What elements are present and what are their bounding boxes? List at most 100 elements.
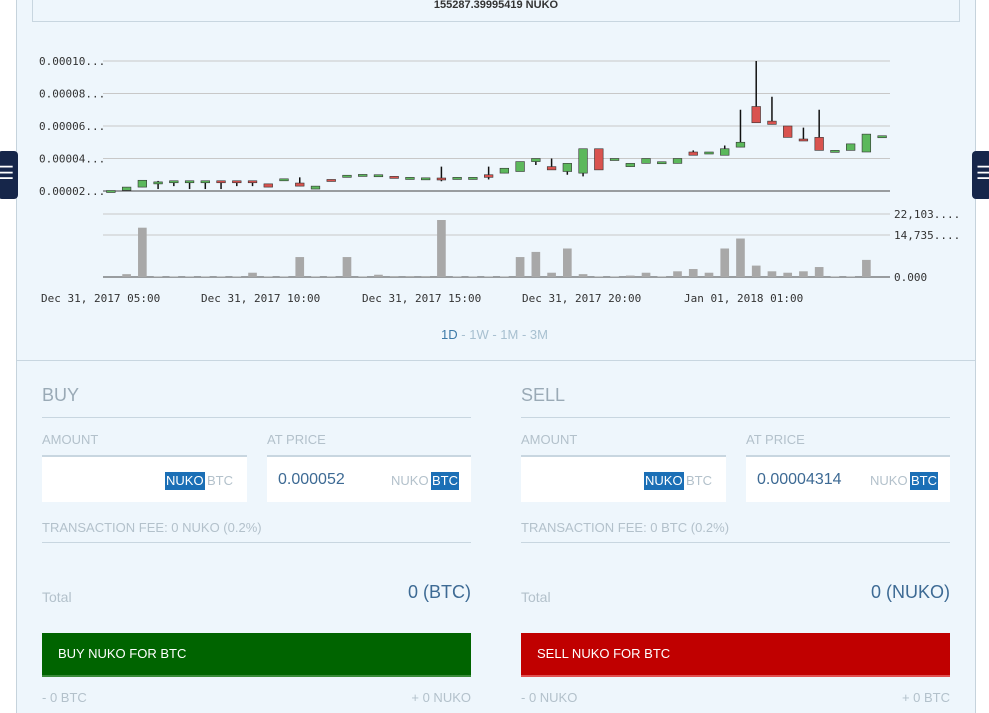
buy-amount-currency-btc[interactable]: BTC: [206, 472, 234, 490]
sell-price-value: 0.00004314: [757, 471, 842, 488]
candle-down: [767, 120, 777, 125]
candle-up: [405, 177, 415, 180]
sell-total-value: 0 (NUKO): [870, 582, 950, 602]
buy-fee-text: TRANSACTION FEE: 0 NUKO (0.2%): [42, 520, 471, 543]
volume-bar: [736, 238, 745, 277]
sell-summary-receive: + 0 BTC: [901, 690, 950, 705]
candle-up: [625, 163, 635, 167]
sell-price-input[interactable]: 0.00004314 NUKO BTC: [746, 455, 950, 502]
sell-price-currency-nuko[interactable]: NUKO: [869, 472, 909, 490]
buy-amount-input[interactable]: NUKO BTC: [42, 455, 247, 502]
volume-bar: [389, 276, 399, 277]
volume-bar: [138, 227, 147, 277]
candle-down: [295, 182, 305, 187]
x-tick-label: Dec 31, 2017 15:00: [362, 292, 481, 305]
candle-up: [169, 180, 179, 184]
volume-bar: [437, 219, 446, 277]
buy-price-currency-btc[interactable]: BTC: [431, 472, 459, 490]
volume-bar: [531, 251, 541, 277]
candle-down: [263, 183, 273, 188]
volume-bar: [500, 276, 509, 277]
range-1w-link[interactable]: 1W: [469, 327, 489, 342]
x-tick-label: Dec 31, 2017 05:00: [41, 292, 160, 305]
volume-bar: [657, 276, 667, 277]
volume-bar: [153, 276, 163, 277]
volume-bar: [279, 276, 289, 277]
candle-up: [846, 143, 856, 151]
candle-down: [546, 166, 557, 171]
buy-total-label: Total: [42, 589, 72, 605]
volume-bar: [248, 272, 257, 277]
volume-bar: [232, 276, 242, 277]
buy-button[interactable]: BUY NUKO FOR BTC: [42, 633, 471, 677]
y-tick-label: 0.00004...: [39, 153, 105, 166]
volume-bar: [783, 272, 793, 277]
volume-bar: [673, 271, 682, 277]
volume-bar: [374, 274, 383, 277]
x-tick-label: Jan 01, 2018 01:00: [684, 292, 803, 305]
sell-amount-label: AMOUNT: [521, 432, 578, 447]
candle-up: [137, 179, 147, 188]
section-divider: [17, 360, 975, 361]
candle-down: [594, 148, 604, 171]
candle-up: [720, 148, 730, 156]
range-separator: -: [457, 327, 470, 342]
candle-up: [641, 158, 651, 164]
volume-bar: [311, 276, 320, 277]
volume-bar: [767, 271, 777, 277]
candle-up: [342, 174, 352, 178]
volume-bar: [688, 269, 698, 277]
volume-bar: [846, 276, 855, 277]
buy-price-currency-nuko[interactable]: NUKO: [390, 472, 430, 490]
candle-down: [798, 138, 809, 142]
volume-bar: [578, 274, 588, 277]
candle-down: [232, 180, 242, 184]
volume-bar: [814, 267, 824, 277]
volume-bar: [122, 274, 131, 277]
volume-bar: [547, 272, 556, 277]
buy-summary-spend: - 0 BTC: [42, 690, 87, 705]
candle-down: [484, 174, 494, 178]
sell-amount-currency-btc[interactable]: BTC: [685, 472, 713, 490]
candle-down: [436, 177, 447, 181]
candle-up: [704, 151, 714, 155]
candle-up: [153, 181, 163, 185]
sell-price-label: AT PRICE: [746, 432, 805, 447]
volume-bar: [263, 276, 273, 277]
candle-up: [861, 133, 872, 153]
candle-up: [877, 135, 887, 139]
x-tick-label: Dec 31, 2017 20:00: [522, 292, 641, 305]
volume-bar: [862, 259, 871, 277]
buy-amount-currency-nuko[interactable]: NUKO: [165, 472, 205, 490]
volume-bar: [216, 276, 226, 277]
candle-down: [814, 137, 824, 151]
buy-price-input[interactable]: 0.000052 NUKO BTC: [267, 455, 471, 502]
volume-bar: [468, 276, 478, 277]
volume-bar: [405, 276, 415, 277]
candle-up: [515, 161, 525, 172]
range-1d-link[interactable]: 1D: [441, 327, 458, 342]
volume-bar: [610, 276, 619, 277]
candle-up: [468, 177, 478, 180]
volume-bar: [452, 276, 462, 277]
sell-button[interactable]: SELL NUKO FOR BTC: [521, 633, 950, 677]
volume-bar: [200, 276, 210, 277]
sell-amount-input[interactable]: NUKO BTC: [521, 455, 726, 502]
candle-down: [688, 151, 698, 156]
candle-up: [578, 148, 588, 174]
range-3m-link[interactable]: 3M: [530, 327, 548, 342]
candle-down: [216, 180, 226, 184]
candle-down: [389, 176, 399, 179]
range-1m-link[interactable]: 1M: [500, 327, 518, 342]
candle-down: [247, 180, 258, 184]
candle-up: [672, 158, 683, 164]
sell-price-currency-btc[interactable]: BTC: [910, 472, 938, 490]
sell-amount-currency-nuko[interactable]: NUKO: [644, 472, 684, 490]
y-tick-label: 0.00006...: [39, 120, 105, 133]
candle-up: [106, 190, 116, 193]
volume-bar: [515, 257, 525, 277]
range-separator: -: [518, 327, 530, 342]
candle-down: [783, 125, 793, 138]
volume-bar: [421, 276, 430, 277]
volume-bar: [484, 276, 493, 277]
